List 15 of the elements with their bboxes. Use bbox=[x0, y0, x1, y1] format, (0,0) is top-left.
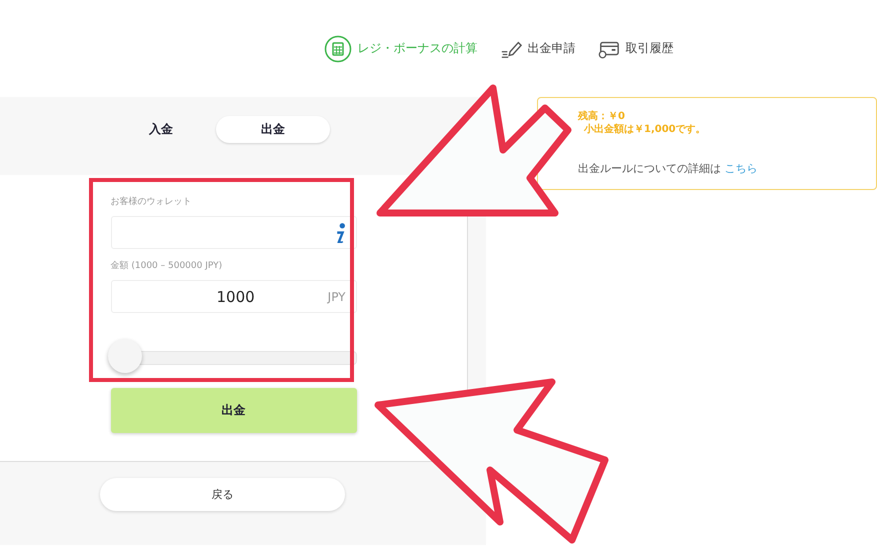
calculator-icon bbox=[324, 34, 352, 62]
nav-link[interactable]: 取引履歴 bbox=[598, 38, 674, 60]
back-button[interactable]: 戻る bbox=[100, 478, 345, 511]
field-label: 金額 (1000 – 500000 JPY) bbox=[110, 260, 224, 272]
tab[interactable]: 出金 bbox=[216, 116, 330, 142]
field-label: お客様のウォレット bbox=[110, 196, 192, 208]
notice-text: 小出金額は￥1,000です。 bbox=[584, 123, 706, 136]
tab[interactable]: 入金 bbox=[128, 116, 194, 142]
notice-text: 残高：￥0 bbox=[578, 110, 625, 123]
amount-field[interactable]: 1000 JPY bbox=[110, 280, 356, 313]
wallet-field[interactable] bbox=[110, 216, 356, 249]
withdraw-button[interactable]: 出金 bbox=[110, 388, 356, 433]
amount-slider[interactable] bbox=[110, 339, 356, 375]
notice-text: 出金ルールについての詳細は bbox=[578, 162, 721, 175]
nav-link[interactable]: 出金申請 bbox=[500, 38, 576, 60]
